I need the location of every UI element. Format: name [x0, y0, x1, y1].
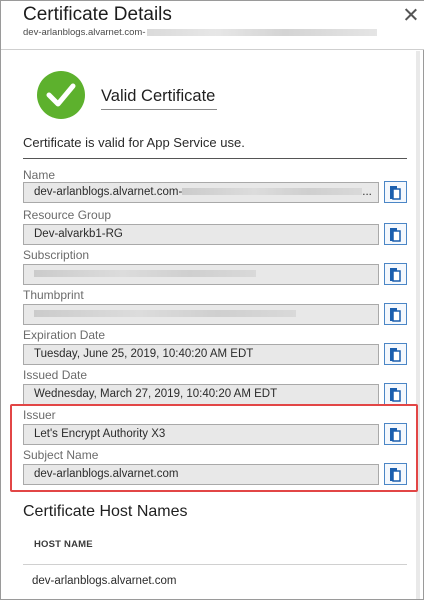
- subscription-field[interactable]: [23, 264, 379, 285]
- issued-date-field[interactable]: Wednesday, March 27, 2019, 10:40:20 AM E…: [23, 384, 379, 405]
- section-divider: [23, 158, 407, 159]
- resource-group-label: Resource Group: [23, 208, 112, 222]
- valid-check-icon: [37, 71, 85, 119]
- subscription-label: Subscription: [23, 248, 90, 262]
- thumbprint-field[interactable]: [23, 304, 379, 325]
- copy-icon: [390, 308, 401, 322]
- host-names-title: Certificate Host Names: [23, 503, 188, 520]
- copy-resource-group-button[interactable]: [384, 223, 407, 245]
- expiration-date-field[interactable]: Tuesday, June 25, 2019, 10:40:20 AM EDT: [23, 344, 379, 365]
- issuer-subject-highlight: [10, 404, 418, 492]
- redacted-text: [182, 188, 363, 196]
- name-field[interactable]: dev-arlanblogs.alvarnet.com-...: [23, 182, 379, 203]
- status-message: Certificate is valid for App Service use…: [23, 135, 245, 150]
- thumbprint-label: Thumbprint: [23, 288, 84, 302]
- page-title: Certificate Details: [23, 4, 172, 25]
- expiration-date-value: Tuesday, June 25, 2019, 10:40:20 AM EDT: [34, 348, 254, 360]
- redacted-text: [34, 270, 256, 278]
- copy-icon: [390, 268, 401, 282]
- copy-thumbprint-button[interactable]: [384, 303, 407, 325]
- issued-date-label: Issued Date: [23, 368, 88, 382]
- certificate-details-blade: Certificate Details dev-arlanblogs.alvar…: [0, 0, 424, 600]
- close-button[interactable]: [401, 4, 421, 24]
- subtitle-text: dev-arlanblogs.alvarnet.com-: [23, 27, 146, 38]
- copy-icon: [390, 186, 401, 200]
- copy-expiration-date-button[interactable]: [384, 343, 407, 365]
- blade-header: Certificate Details dev-arlanblogs.alvar…: [1, 1, 424, 49]
- redacted-text: [146, 28, 377, 36]
- copy-icon: [390, 388, 401, 402]
- status-underline: [101, 109, 217, 110]
- redacted-text: [34, 310, 296, 318]
- host-name-column-header: HOST NAME: [34, 539, 93, 550]
- name-ellipsis: ...: [362, 186, 372, 198]
- scrollbar[interactable]: [416, 51, 420, 599]
- table-header-divider: [23, 564, 407, 565]
- issued-date-value: Wednesday, March 27, 2019, 10:40:20 AM E…: [34, 388, 278, 400]
- copy-issued-date-button[interactable]: [384, 383, 407, 405]
- table-row: dev-arlanblogs.alvarnet.com: [32, 575, 177, 587]
- status-heading: Valid Certificate: [101, 87, 216, 105]
- copy-icon: [390, 228, 401, 242]
- copy-name-button[interactable]: [384, 181, 407, 203]
- copy-icon: [390, 348, 401, 362]
- header-divider: [1, 49, 424, 50]
- resource-group-field[interactable]: Dev-alvarkb1-RG: [23, 224, 379, 245]
- page-subtitle: dev-arlanblogs.alvarnet.com-: [23, 27, 383, 39]
- expiration-date-label: Expiration Date: [23, 328, 106, 342]
- resource-group-value: Dev-alvarkb1-RG: [34, 228, 123, 240]
- name-label: Name: [23, 168, 56, 182]
- copy-subscription-button[interactable]: [384, 263, 407, 285]
- name-value: dev-arlanblogs.alvarnet.com-: [34, 186, 183, 198]
